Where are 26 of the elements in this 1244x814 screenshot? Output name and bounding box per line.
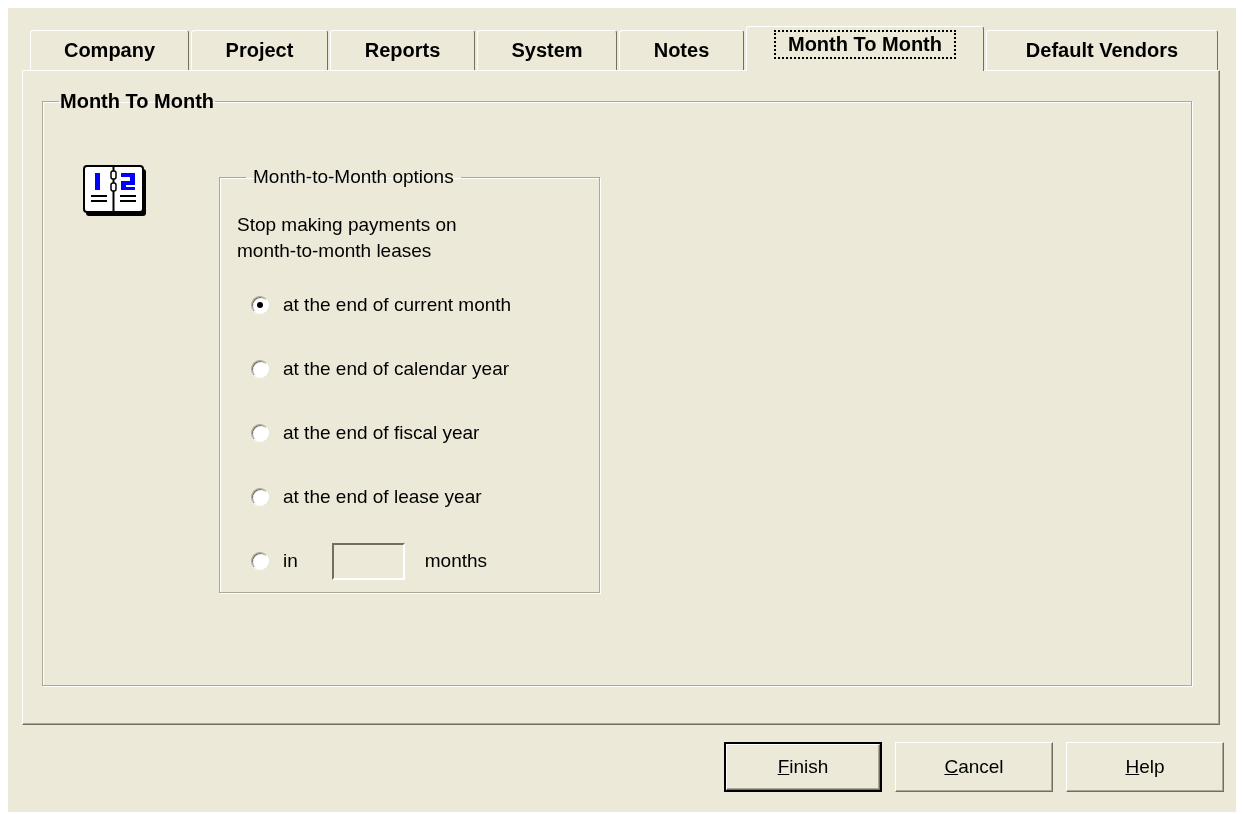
tab[interactable]: Month To Month xyxy=(746,26,984,71)
tab[interactable]: Project xyxy=(191,30,328,70)
group-title: Month To Month xyxy=(59,90,215,113)
help-button[interactable]: Help xyxy=(1066,742,1224,792)
months-input-field[interactable] xyxy=(331,542,405,580)
radio-label: at the end of fiscal year xyxy=(283,422,480,444)
radio-button[interactable] xyxy=(251,488,269,506)
radio-label: at the end of current month xyxy=(283,294,512,316)
radio-label: at the end of lease year xyxy=(283,486,482,508)
radio-label: at the end of calendar year xyxy=(283,358,510,380)
tab[interactable]: Default Vendors xyxy=(986,30,1218,70)
cancel-button[interactable]: Cancel xyxy=(895,742,1053,792)
radio-button[interactable] xyxy=(251,552,269,570)
tab[interactable]: Reports xyxy=(330,30,475,70)
radio-button[interactable] xyxy=(251,424,269,442)
tab[interactable]: Notes xyxy=(619,30,744,70)
unit-label: months xyxy=(424,550,488,572)
radio-button[interactable] xyxy=(251,360,269,378)
finish-button[interactable]: Finish xyxy=(724,742,882,792)
tab[interactable]: Company xyxy=(30,30,189,70)
description-text: Stop making payments on month-to-month leases xyxy=(237,213,458,263)
tab[interactable]: System xyxy=(477,30,617,70)
options-title: Month-to-Month options xyxy=(252,166,455,188)
radio-label: in xyxy=(283,550,298,572)
radio-button[interactable] xyxy=(251,296,269,314)
calendar-book-icon xyxy=(83,165,147,217)
